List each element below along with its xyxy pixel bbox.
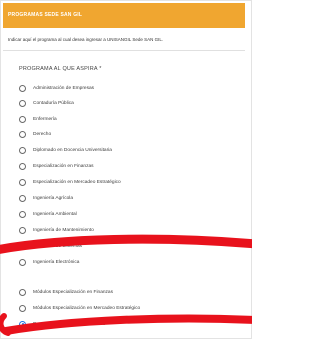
option-row[interactable]: Especialización en Mercadeo Estratégico xyxy=(19,176,121,188)
option-label: Ingeniería de Mantenimiento xyxy=(33,227,94,233)
radio-unselected[interactable] xyxy=(19,226,26,234)
radio-unselected[interactable] xyxy=(19,242,26,250)
option-label: Administración de Empresas xyxy=(33,85,95,91)
section-header: PROGRAMAS SEDE SAN GIL xyxy=(3,3,245,28)
question-title: PROGRAMA AL QUE ASPIRA * xyxy=(19,66,102,72)
radio-unselected[interactable] xyxy=(19,130,26,138)
option-label: Especialización en Finanzas xyxy=(33,163,94,169)
option-row[interactable]: Administración de Empresas xyxy=(19,82,94,94)
radio-unselected[interactable] xyxy=(19,162,26,170)
option-label: Programas de formación continua xyxy=(33,321,105,327)
option-label: Diplomado en Docencia Universitaria xyxy=(33,147,112,153)
radio-unselected[interactable] xyxy=(19,288,26,296)
radio-unselected[interactable] xyxy=(19,115,26,123)
option-label: Ingeniería Ambiental xyxy=(33,211,77,217)
option-row[interactable]: Especialización en Finanzas xyxy=(19,160,94,172)
option-row[interactable]: Módulos Especialización en Finanzas xyxy=(19,286,113,298)
radio-unselected[interactable] xyxy=(19,178,26,186)
option-row[interactable]: Programas de formación continua xyxy=(19,318,105,330)
option-label: Especialización en Mercadeo Estratégico xyxy=(33,179,121,185)
section-description: Indicar aquí el programa al cual desea i… xyxy=(3,28,245,51)
option-row[interactable]: Ingeniería Agrícola xyxy=(19,192,73,204)
option-label: Ingeniería de Sistemas xyxy=(33,243,83,249)
option-row[interactable]: Ingeniería Ambiental xyxy=(19,208,77,220)
option-label: Módulos Especialización en Finanzas xyxy=(33,289,113,295)
option-label: Ingeniería Agrícola xyxy=(33,195,74,201)
radio-unselected[interactable] xyxy=(19,258,26,266)
option-label: Módulos Especialización en Mercadeo Estr… xyxy=(33,305,141,311)
option-row[interactable]: Contaduría Pública xyxy=(19,97,74,109)
option-label: Enfermería xyxy=(33,116,57,122)
option-row[interactable]: Ingeniería de Mantenimiento xyxy=(19,224,94,236)
radio-unselected[interactable] xyxy=(19,304,26,312)
radio-unselected[interactable] xyxy=(19,146,26,154)
radio-unselected[interactable] xyxy=(19,210,26,218)
radio-unselected[interactable] xyxy=(19,84,26,92)
option-row[interactable]: Enfermería xyxy=(19,113,57,125)
option-row[interactable]: Módulos Especialización en Mercadeo Estr… xyxy=(19,302,140,314)
option-label: Derecho xyxy=(33,131,52,137)
radio-selected[interactable] xyxy=(19,320,26,328)
option-label: Ingeniería Electrónica xyxy=(33,259,80,265)
option-row[interactable]: Ingeniería de Sistemas xyxy=(19,240,82,252)
radio-unselected[interactable] xyxy=(19,194,26,202)
radio-unselected[interactable] xyxy=(19,99,26,107)
option-label: Contaduría Pública xyxy=(33,100,74,106)
option-row[interactable]: Ingeniería Electrónica xyxy=(19,256,79,268)
option-row[interactable]: Diplomado en Docencia Universitaria xyxy=(19,144,112,156)
option-row[interactable]: Derecho xyxy=(19,128,51,140)
